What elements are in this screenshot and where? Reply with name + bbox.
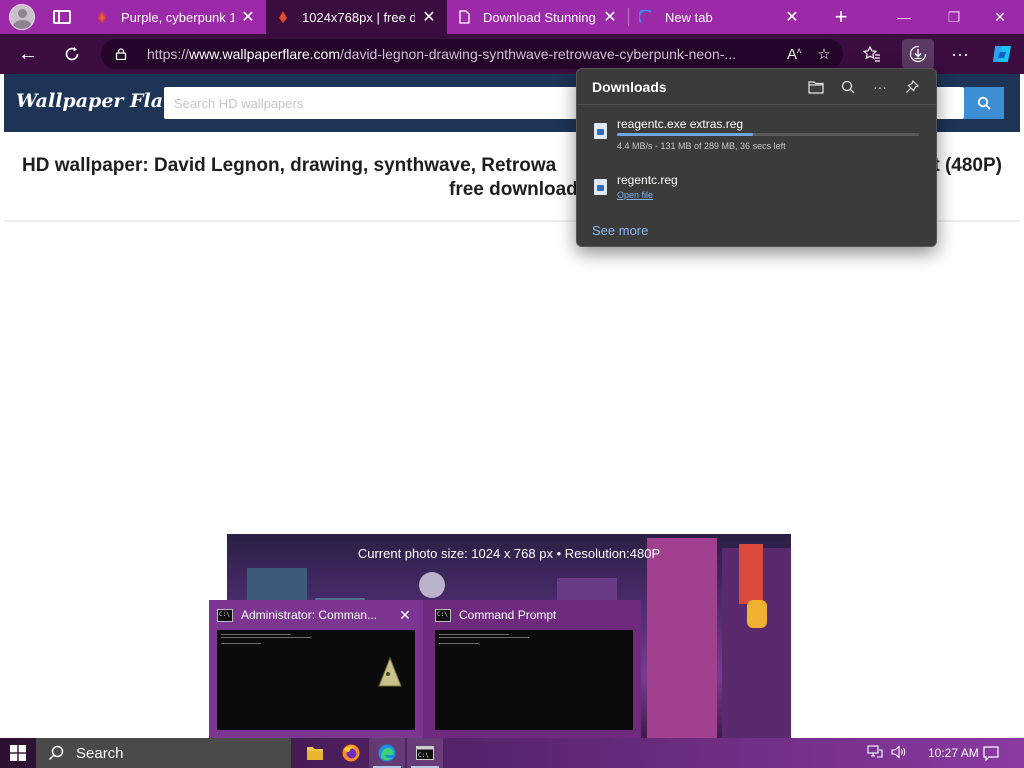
- downloads-flyout: Downloads ··· reagentc.exe extras.reg 4.…: [576, 68, 937, 247]
- windows-logo-icon: [10, 745, 26, 761]
- firefox-icon[interactable]: [333, 738, 369, 768]
- tab-title: Download Stunning H: [483, 9, 596, 25]
- console-line: [221, 634, 291, 635]
- preview-close-icon[interactable]: ✕: [395, 605, 415, 625]
- new-tab-favicon-icon: [639, 10, 652, 23]
- reg-file-icon: [594, 123, 607, 139]
- page-favicon-icon: [459, 10, 470, 24]
- building-shape: [647, 538, 717, 738]
- console-line: [439, 637, 529, 638]
- open-file-link[interactable]: Open file: [617, 190, 653, 200]
- search-downloads-icon[interactable]: [832, 69, 864, 105]
- page-title-line1-end: t (480P): [933, 155, 1002, 176]
- tab-close-icon[interactable]: ✕: [602, 7, 618, 27]
- console-line: [439, 643, 479, 644]
- favorites-icon[interactable]: [857, 39, 887, 69]
- window-close-icon[interactable]: ✕: [976, 0, 1024, 34]
- command-prompt-taskbar-icon[interactable]: C:\: [407, 738, 443, 768]
- taskbar-search-label: Search: [76, 744, 124, 762]
- preview-command-prompt[interactable]: Command Prompt: [427, 600, 641, 738]
- url-text: https://www.wallpaperflare.com/david-leg…: [147, 46, 737, 62]
- wallpaperflare-favicon-icon: [279, 11, 287, 23]
- download-item[interactable]: regentc.reg Open file: [577, 169, 938, 219]
- address-bar[interactable]: https://www.wallpaperflare.com/david-leg…: [101, 39, 843, 69]
- download-status: 4.4 MB/s - 131 MB of 289 MB, 36 secs lef…: [617, 141, 786, 151]
- minimize-icon[interactable]: —: [880, 0, 928, 34]
- preview-title: Administrator: Comman...: [241, 608, 378, 622]
- more-menu-icon[interactable]: ···: [945, 39, 975, 69]
- site-search-button[interactable]: [964, 87, 1004, 119]
- tab-active-1024x768[interactable]: 1024x768px | free dow ✕: [266, 0, 447, 34]
- moon-shape: [419, 572, 445, 598]
- tab-download-stunning[interactable]: Download Stunning H ✕: [447, 0, 628, 34]
- search-icon: [977, 96, 991, 110]
- neon-cat-sign-shape: [747, 600, 767, 628]
- tab-close-icon[interactable]: ✕: [240, 7, 256, 27]
- tab-title: 1024x768px | free dow: [302, 9, 415, 25]
- network-icon[interactable]: [864, 744, 886, 762]
- preview-screen: [435, 630, 633, 730]
- tab-title: New tab: [665, 9, 713, 25]
- open-folder-icon[interactable]: [800, 69, 832, 105]
- download-progress-bar: [617, 133, 919, 136]
- read-aloud-icon[interactable]: Aʌ: [779, 46, 809, 63]
- tab-strip: Purple, cyberpunk 108 ✕ 1024x768px | fre…: [0, 0, 1024, 34]
- restore-icon[interactable]: ❐: [930, 0, 978, 34]
- search-icon: [48, 745, 64, 761]
- refresh-icon[interactable]: [52, 34, 92, 74]
- reg-file-icon: [594, 179, 607, 195]
- copilot-icon[interactable]: [987, 39, 1017, 69]
- cmd-icon: [217, 609, 233, 622]
- downloads-header: Downloads ···: [577, 69, 936, 105]
- svg-text:C:\: C:\: [418, 752, 429, 759]
- tab-close-icon[interactable]: ✕: [421, 7, 437, 27]
- wallpaperflare-favicon-icon: [98, 11, 106, 23]
- edge-icon[interactable]: [369, 738, 405, 768]
- new-tab-plus-icon[interactable]: +: [826, 4, 856, 30]
- downloads-title: Downloads: [592, 78, 667, 95]
- download-item[interactable]: reagentc.exe extras.reg 4.4 MB/s - 131 M…: [577, 113, 938, 163]
- preview-title: Command Prompt: [459, 608, 557, 622]
- file-explorer-icon[interactable]: [297, 738, 333, 768]
- photo-caption: Current photo size: 1024 x 768 px • Reso…: [357, 546, 661, 561]
- profile-avatar-icon[interactable]: [9, 4, 35, 30]
- system-tray: 10:27 AM: [864, 738, 979, 768]
- see-more-link[interactable]: See more: [592, 223, 648, 238]
- downloads-more-icon[interactable]: ···: [864, 69, 896, 105]
- favorite-star-icon[interactable]: ☆: [809, 45, 839, 63]
- pin-icon[interactable]: [896, 69, 928, 105]
- notifications-icon[interactable]: [980, 738, 1002, 768]
- preview-screen: [217, 630, 415, 730]
- taskbar-search-box[interactable]: Search: [36, 738, 291, 768]
- back-arrow-icon[interactable]: ←: [8, 34, 48, 74]
- start-button[interactable]: [0, 738, 36, 768]
- downloads-icon[interactable]: [902, 39, 934, 69]
- download-progress-fill: [617, 133, 753, 136]
- lock-icon[interactable]: [115, 48, 127, 60]
- download-filename[interactable]: reagentc.exe extras.reg: [617, 117, 743, 131]
- tab-new-tab[interactable]: New tab ✕: [629, 0, 810, 34]
- download-filename[interactable]: regentc.reg: [617, 173, 678, 187]
- tab-title: Purple, cyberpunk 108: [121, 9, 234, 25]
- volume-icon[interactable]: [888, 744, 910, 762]
- cursor-pointer-icon: [378, 656, 402, 687]
- tab-purple-cyberpunk[interactable]: Purple, cyberpunk 108 ✕: [85, 0, 266, 34]
- console-line: [221, 643, 261, 644]
- site-logo[interactable]: Wallpaper Flare: [16, 90, 185, 112]
- windows-taskbar: Search C:\ 10:27 AM: [0, 738, 1024, 768]
- tab-close-icon[interactable]: ✕: [784, 7, 800, 27]
- taskbar-preview-popup: Administrator: Comman... ✕ Command Promp…: [209, 600, 641, 738]
- tab-actions-icon[interactable]: [53, 10, 71, 24]
- preview-admin-command-prompt[interactable]: Administrator: Comman... ✕: [209, 600, 423, 738]
- console-line: [439, 634, 509, 635]
- console-line: [221, 637, 311, 638]
- clock-time[interactable]: 10:27 AM: [928, 746, 979, 760]
- cmd-icon: [435, 609, 451, 622]
- page-title-line1: HD wallpaper: David Legnon, drawing, syn…: [22, 155, 557, 176]
